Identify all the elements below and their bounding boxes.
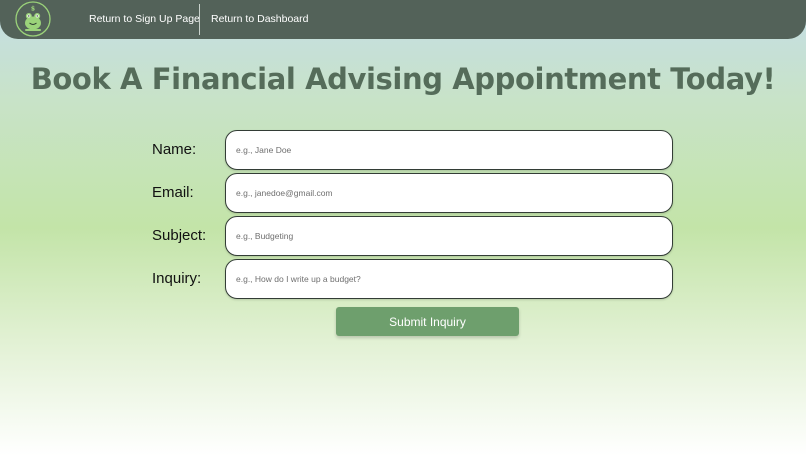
nav-divider xyxy=(199,4,200,35)
name-input[interactable] xyxy=(225,130,673,170)
email-row: Email: xyxy=(0,173,806,213)
inquiry-input[interactable] xyxy=(225,259,673,299)
subject-row: Subject: xyxy=(0,216,806,256)
navbar: $ Return to Sign Up Page Return to Dashb… xyxy=(0,0,806,39)
subject-input[interactable] xyxy=(225,216,673,256)
subject-label: Subject: xyxy=(152,227,207,244)
name-row: Name: xyxy=(0,130,806,170)
return-to-signup-link[interactable]: Return to Sign Up Page xyxy=(89,0,200,39)
email-input[interactable] xyxy=(225,173,673,213)
return-to-dashboard-link[interactable]: Return to Dashboard xyxy=(211,0,308,39)
inquiry-row: Inquiry: xyxy=(0,259,806,299)
name-label: Name: xyxy=(152,141,197,158)
page-title: Book A Financial Advising Appointment To… xyxy=(30,62,776,96)
frog-money-logo-icon[interactable]: $ xyxy=(15,1,51,37)
inquiry-label: Inquiry: xyxy=(152,270,202,287)
email-label: Email: xyxy=(152,184,194,201)
submit-inquiry-button[interactable]: Submit Inquiry xyxy=(336,307,519,336)
svg-text:$: $ xyxy=(31,6,35,13)
